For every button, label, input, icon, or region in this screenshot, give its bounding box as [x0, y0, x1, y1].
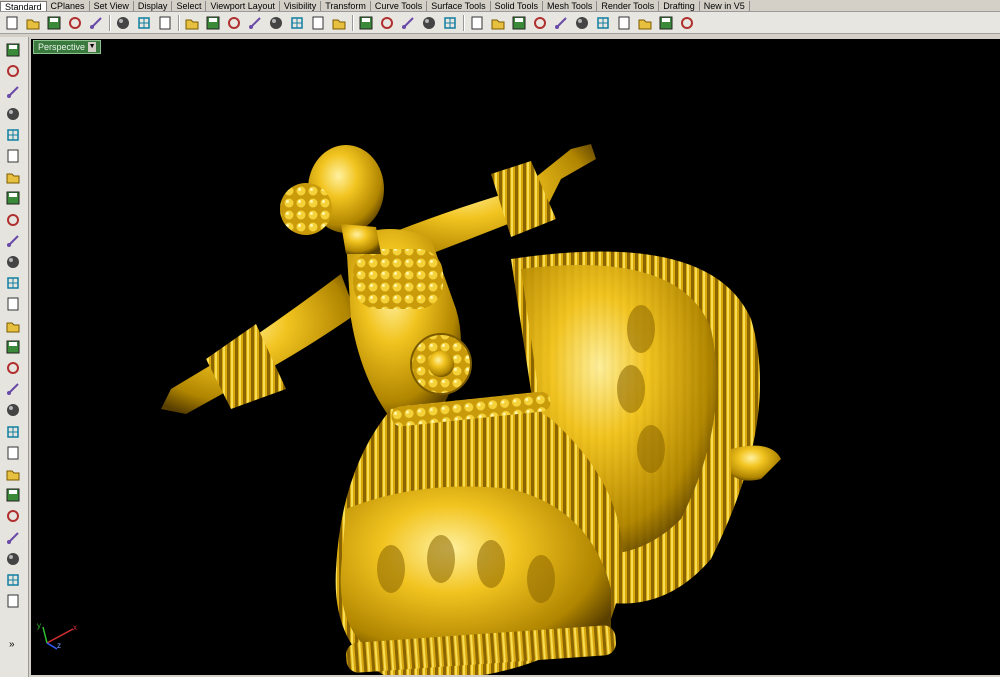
dancer-model[interactable] — [91, 89, 781, 675]
fillet-icon[interactable] — [4, 232, 22, 250]
point-icon[interactable] — [4, 62, 22, 80]
zoom-icon[interactable] — [246, 14, 263, 31]
polygon-icon[interactable] — [4, 211, 22, 229]
color-wheel-icon[interactable] — [552, 14, 569, 31]
tab-display[interactable]: Display — [134, 1, 173, 11]
transform-icon[interactable] — [4, 380, 22, 398]
box-solid-icon[interactable] — [4, 295, 22, 313]
open-icon[interactable] — [24, 14, 41, 31]
copy-icon[interactable] — [135, 14, 152, 31]
tab-transform[interactable]: Transform — [321, 1, 371, 11]
tab-visibility[interactable]: Visibility — [280, 1, 322, 11]
ellipse-icon[interactable] — [4, 147, 22, 165]
material-icon[interactable] — [531, 14, 548, 31]
layout-icon[interactable] — [4, 571, 22, 589]
standard-toolbar — [0, 12, 1000, 34]
extrude-icon[interactable] — [4, 274, 22, 292]
paste-icon[interactable] — [156, 14, 173, 31]
print-icon[interactable] — [66, 14, 83, 31]
block-icon[interactable] — [4, 550, 22, 568]
world-axes-indicator: x y z — [37, 621, 77, 651]
four-viewports-icon[interactable] — [330, 14, 347, 31]
grid-snap-icon[interactable] — [378, 14, 395, 31]
cylinder-icon[interactable] — [4, 338, 22, 356]
select-points-icon[interactable] — [399, 14, 416, 31]
main-side-toolbar: » — [0, 37, 29, 677]
shaded-icon[interactable] — [615, 14, 632, 31]
rebuild-icon[interactable] — [4, 486, 22, 504]
toolbar-separator — [178, 14, 180, 31]
foot — [731, 445, 781, 481]
car-icon[interactable] — [357, 14, 374, 31]
render-icon[interactable] — [573, 14, 590, 31]
arc-icon[interactable] — [4, 168, 22, 186]
zoom-selected-icon[interactable] — [309, 14, 326, 31]
polyline-icon[interactable] — [4, 83, 22, 101]
axis-z-label: z — [57, 641, 61, 650]
axis-y-label: y — [37, 621, 41, 630]
perspective-viewport[interactable]: Perspective ▼ x y z — [31, 39, 1000, 675]
show-icon[interactable] — [441, 14, 458, 31]
toolbar-tab-strip: Standard CPlanes Set View Display Select View… — [0, 0, 1000, 12]
zoom-window-icon[interactable] — [267, 14, 284, 31]
new-icon[interactable] — [3, 14, 20, 31]
tab-select[interactable]: Select — [172, 1, 207, 11]
tab-cplanes[interactable]: CPlanes — [47, 1, 90, 11]
tab-standard[interactable]: Standard — [0, 1, 47, 12]
lock-icon[interactable] — [489, 14, 506, 31]
surface-icon[interactable] — [4, 253, 22, 271]
rectangle-icon[interactable] — [4, 189, 22, 207]
text-icon[interactable] — [4, 507, 22, 525]
hair-bun-ornaments — [280, 183, 332, 235]
tab-solid-tools[interactable]: Solid Tools — [491, 1, 543, 11]
render-box-icon[interactable] — [4, 592, 22, 610]
tab-render-tools[interactable]: Render Tools — [597, 1, 660, 11]
tab-drafting[interactable]: Drafting — [659, 1, 700, 11]
tab-set-view[interactable]: Set View — [90, 1, 134, 11]
more-tools-button[interactable]: » — [9, 639, 15, 650]
analyze-icon[interactable] — [4, 401, 22, 419]
curve-icon[interactable] — [4, 105, 22, 123]
mesh-icon[interactable] — [4, 359, 22, 377]
properties-icon[interactable] — [657, 14, 674, 31]
array-icon[interactable] — [4, 529, 22, 547]
tab-new-in-v5[interactable]: New in V5 — [700, 1, 750, 11]
viewport-menu-arrow[interactable]: ▼ — [88, 42, 97, 52]
import-icon[interactable] — [87, 14, 104, 31]
tab-viewport-layout[interactable]: Viewport Layout — [206, 1, 280, 11]
circle-icon[interactable] — [4, 126, 22, 144]
toolbar-separator — [109, 14, 111, 31]
tab-curve-tools[interactable]: Curve Tools — [371, 1, 428, 11]
toolbar-separator — [463, 14, 465, 31]
sphere-icon[interactable] — [594, 14, 611, 31]
neck — [341, 224, 381, 254]
tab-mesh-tools[interactable]: Mesh Tools — [543, 1, 598, 11]
group-icon[interactable] — [4, 444, 22, 462]
help-icon[interactable] — [678, 14, 695, 31]
hide-icon[interactable] — [420, 14, 437, 31]
pan-icon[interactable] — [204, 14, 221, 31]
layer-icon[interactable] — [510, 14, 527, 31]
cut-icon[interactable] — [114, 14, 131, 31]
necklace — [353, 249, 443, 309]
viewport-title-text: Perspective — [38, 42, 86, 52]
select-arrow-icon[interactable] — [4, 41, 22, 59]
light-icon[interactable] — [468, 14, 485, 31]
axis-x-label: x — [73, 623, 77, 632]
toolbar-separator — [352, 14, 354, 31]
save-icon[interactable] — [45, 14, 62, 31]
viewport-title[interactable]: Perspective ▼ — [33, 40, 102, 54]
zoom-extents-icon[interactable] — [288, 14, 305, 31]
rotate-view-icon[interactable] — [225, 14, 242, 31]
dimension-icon[interactable] — [4, 423, 22, 441]
boolean-icon[interactable] — [4, 317, 22, 335]
split-icon[interactable] — [4, 465, 22, 483]
tab-surface-tools[interactable]: Surface Tools — [427, 1, 491, 11]
undo-icon[interactable] — [183, 14, 200, 31]
options-icon[interactable] — [636, 14, 653, 31]
